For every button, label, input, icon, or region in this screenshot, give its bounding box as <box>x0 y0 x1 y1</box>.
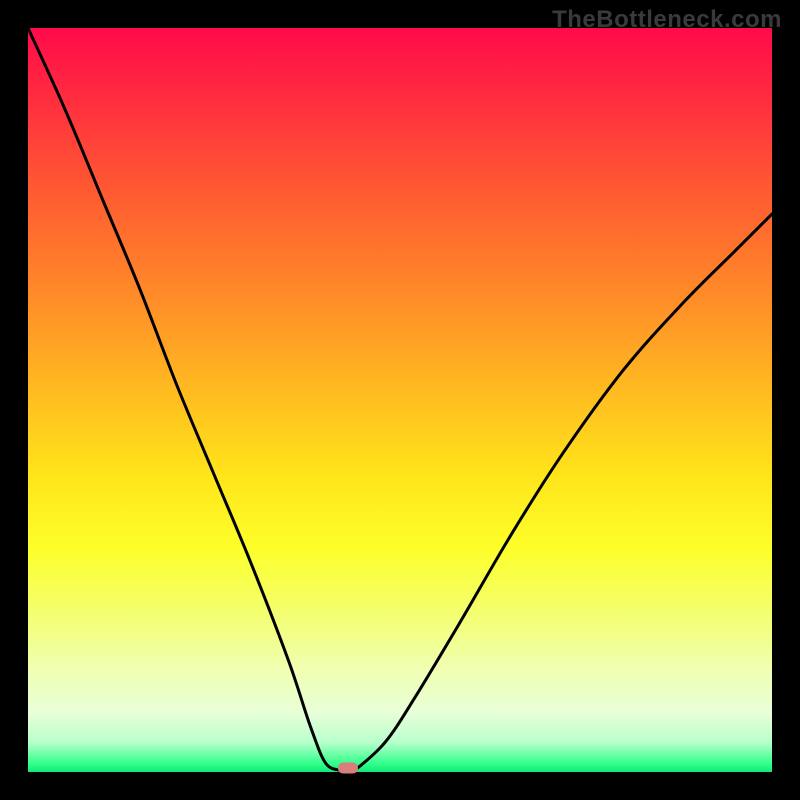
chart-gradient-background <box>28 28 772 772</box>
watermark-text: TheBottleneck.com <box>552 6 782 34</box>
bottleneck-curve <box>28 28 772 772</box>
optimal-point-marker <box>338 763 358 774</box>
